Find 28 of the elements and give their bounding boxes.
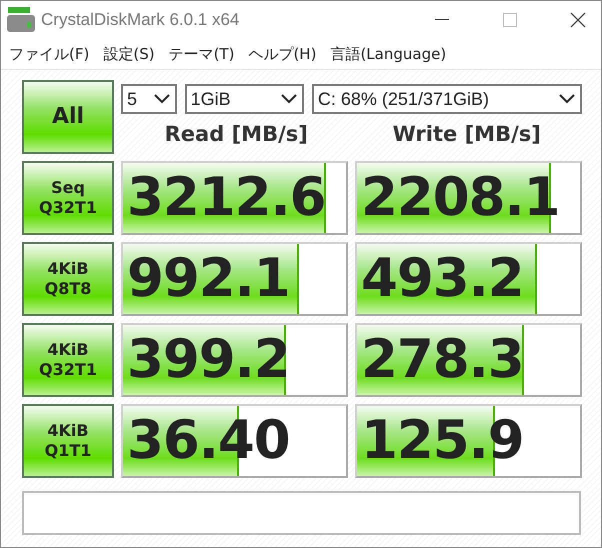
close-icon — [570, 12, 586, 28]
result-value: 3212.6 — [126, 167, 326, 228]
menu-item[interactable]: ファイル(F) — [9, 44, 90, 64]
test-button[interactable]: 4KiB Q8T8 — [22, 242, 114, 316]
test-button[interactable]: 4KiB Q32T1 — [22, 323, 114, 397]
dropdown[interactable]: 1GiB — [184, 84, 304, 114]
test-button[interactable]: Seq Q32T1 — [22, 161, 114, 235]
menu-item[interactable]: 設定(S) — [103, 44, 155, 64]
menu-item[interactable]: 言語(Language) — [330, 44, 446, 64]
column-header: Read [MB/s] — [164, 122, 309, 146]
chevron-down-icon — [280, 93, 298, 105]
column-header: Write [MB/s] — [392, 122, 542, 146]
maximize-icon — [503, 13, 517, 27]
result-value: 278.3 — [360, 329, 524, 390]
menu-item[interactable]: ヘルプ(H) — [248, 44, 316, 64]
dropdown[interactable]: C: 68% (251/371GiB) — [312, 84, 582, 114]
all-button[interactable]: All — [22, 80, 114, 154]
dropdown[interactable]: 5 — [121, 84, 177, 114]
minimize-icon — [435, 19, 449, 21]
menu-item[interactable]: テーマ(T) — [168, 44, 234, 64]
chevron-down-icon — [558, 93, 576, 105]
chevron-down-icon — [152, 93, 171, 105]
result-value: 493.2 — [360, 248, 524, 309]
result-value: 992.1 — [126, 248, 290, 309]
test-button[interactable]: 4KiB Q1T1 — [22, 404, 114, 478]
window-title: CrystalDiskMark 6.0.1 x64 — [41, 10, 240, 30]
drive-icon — [7, 7, 35, 33]
result-value: 399.2 — [126, 329, 290, 390]
